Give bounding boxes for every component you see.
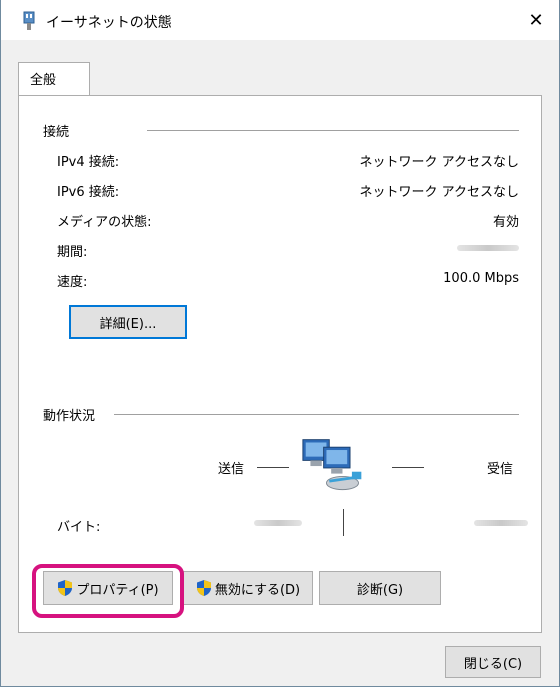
diagnose-button[interactable]: 診断(G): [319, 571, 441, 605]
details-button[interactable]: 詳細(E)...: [69, 305, 187, 339]
general-tab-panel: 接続 IPv4 接続: ネットワーク アクセスなし IPv6 接続: ネットワー…: [18, 95, 542, 633]
sent-label: 送信: [218, 462, 245, 477]
ipv4-value: ネットワーク アクセスなし: [359, 155, 519, 170]
disable-button[interactable]: 無効にする(D): [183, 571, 313, 605]
tab-general[interactable]: 全般: [18, 62, 90, 96]
ethernet-connector-icon: [23, 11, 35, 30]
close-icon[interactable]: ✕: [513, 0, 559, 40]
shield-icon: [196, 580, 211, 596]
speed-label: 速度:: [57, 275, 88, 290]
media-state-label: メディアの状態:: [57, 215, 152, 230]
activity-section-title: 動作状況: [43, 405, 102, 424]
disable-button-label: 無効にする(D): [214, 582, 301, 598]
ipv6-label: IPv6 接続:: [57, 185, 120, 200]
network-computers-icon: [302, 439, 362, 491]
bytes-received-redacted: [474, 520, 528, 526]
connection-section-divider: [147, 130, 519, 131]
activity-divider: [343, 509, 344, 536]
duration-value-redacted: [457, 245, 519, 251]
bytes-label: バイト:: [57, 520, 101, 535]
received-line: [392, 467, 424, 468]
activity-section-divider: [114, 414, 519, 415]
properties-highlight-frame: [32, 564, 184, 618]
title-bar: イーサネットの状態 ✕: [1, 0, 559, 40]
duration-label: 期間:: [57, 245, 88, 260]
bytes-sent-redacted: [254, 520, 302, 526]
ethernet-status-dialog: イーサネットの状態 ✕ 全般 接続 IPv4 接続: ネットワーク アクセスなし…: [0, 0, 560, 687]
received-label: 受信: [487, 462, 514, 477]
media-state-value: 有効: [492, 215, 519, 230]
sent-line: [257, 467, 289, 468]
ipv6-value: ネットワーク アクセスなし: [359, 185, 519, 200]
connection-section-title: 接続: [43, 121, 76, 140]
close-button[interactable]: 閉じる(C): [445, 646, 541, 678]
ipv4-label: IPv4 接続:: [57, 155, 120, 170]
speed-value: 100.0 Mbps: [443, 271, 519, 286]
window-title: イーサネットの状態: [46, 15, 172, 31]
